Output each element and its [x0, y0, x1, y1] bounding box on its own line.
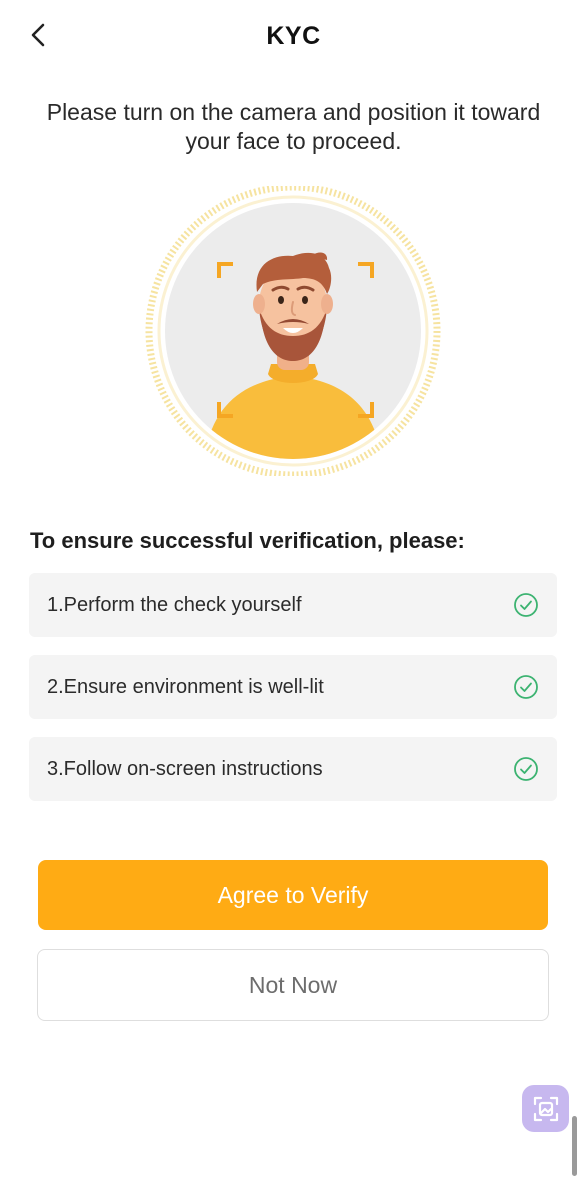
checklist-item-label: 3.Follow on-screen instructions — [47, 757, 323, 780]
face-scan-illustration — [143, 183, 443, 479]
checklist-item-label: 2.Ensure environment is well-lit — [47, 675, 324, 698]
top-bar: KYC — [0, 0, 587, 74]
face-scan-avatar-illustration — [145, 183, 441, 479]
check-circle-icon — [513, 592, 539, 618]
checklist-item: 2.Ensure environment is well-lit — [29, 655, 557, 719]
page-title: KYC — [266, 22, 321, 50]
kyc-screen: KYC Please turn on the camera and positi… — [0, 0, 587, 1200]
not-now-button[interactable]: Not Now — [37, 949, 549, 1021]
floating-scan-button[interactable] — [522, 1085, 569, 1132]
agree-to-verify-button[interactable]: Agree to Verify — [38, 860, 548, 930]
checklist-item: 1.Perform the check yourself — [29, 573, 557, 637]
verification-checklist: 1.Perform the check yourself 2.Ensure en… — [29, 573, 557, 819]
checklist-item-label: 1.Perform the check yourself — [47, 593, 302, 616]
image-scan-icon — [533, 1096, 558, 1121]
verification-tips-heading: To ensure successful verification, pleas… — [30, 528, 465, 553]
checklist-item: 3.Follow on-screen instructions — [29, 737, 557, 801]
check-circle-icon — [513, 674, 539, 700]
check-circle-icon — [513, 756, 539, 782]
camera-instruction-text: Please turn on the camera and position i… — [46, 99, 541, 154]
scrollbar[interactable] — [572, 1116, 577, 1176]
